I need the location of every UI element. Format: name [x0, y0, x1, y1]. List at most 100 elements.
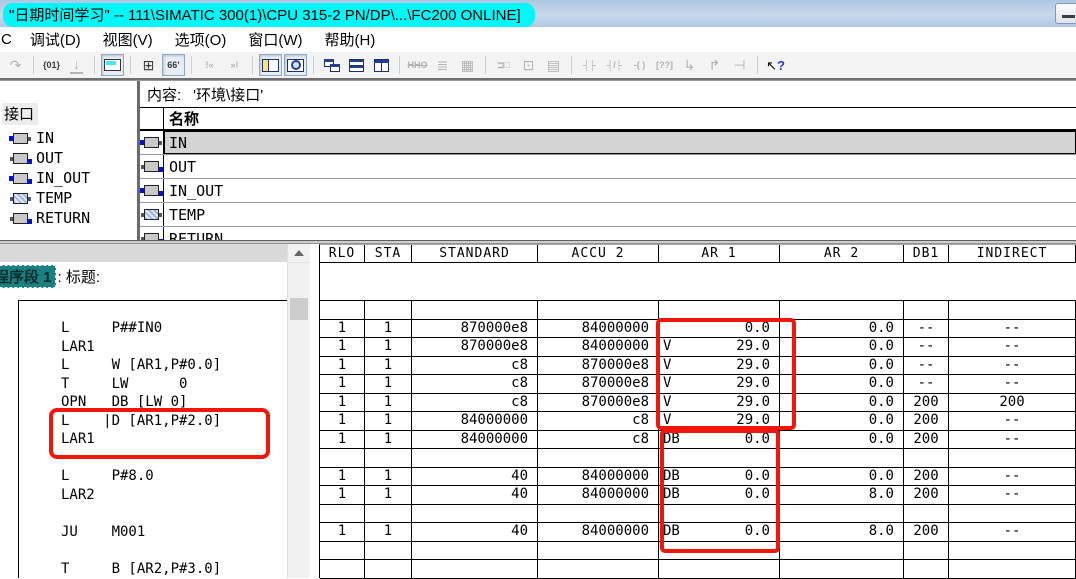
register-row-14	[320, 560, 1076, 579]
standard-cell	[412, 449, 538, 467]
code-line-13	[19, 541, 287, 560]
menu-bar: C调试(D)视图(V)选项(O)窗口(W)帮助(H)	[0, 27, 1076, 52]
db1-cell	[904, 560, 949, 578]
sta-cell: 1	[365, 320, 412, 338]
tile-horizontal-icon[interactable]	[345, 54, 368, 76]
help-select-icon[interactable]: ↖?	[764, 54, 787, 76]
tree-item-temp[interactable]: TEMP	[0, 188, 137, 208]
monitor-glasses-icon[interactable]: 66’	[162, 54, 185, 76]
reference-data-icon[interactable]: ▦	[456, 54, 479, 76]
minimize-button[interactable]	[1055, 3, 1076, 24]
address-locations-icon[interactable]: HHO	[406, 54, 429, 76]
db1-cell	[904, 449, 949, 467]
menu-item-2[interactable]: 视图(V)	[92, 29, 164, 50]
db1-cell: --	[904, 320, 949, 338]
ar1-value: 29.0	[736, 338, 770, 356]
empty-box-icon[interactable]: [??]	[653, 54, 676, 76]
code-scrollbar[interactable]	[287, 244, 310, 578]
standard-cell: c8	[412, 357, 538, 375]
scroll-up-button[interactable]	[288, 244, 310, 263]
menu-item-4[interactable]: 窗口(W)	[237, 29, 313, 50]
ar2-cell: 0.0	[780, 412, 904, 430]
register-row-8	[320, 449, 1076, 468]
redo-icon[interactable]: ↷	[4, 54, 27, 76]
content-row-temp[interactable]: TEMP	[140, 203, 1076, 227]
rlo-cell: 1	[320, 523, 365, 541]
rlo-cell	[320, 301, 365, 319]
jump-to-start-icon[interactable]: !«	[198, 54, 221, 76]
ar1-area: DB	[663, 523, 680, 541]
accu2-cell: 870000e8	[538, 375, 659, 393]
content-row-return[interactable]: RETURN	[140, 227, 1076, 240]
standard-cell: c8	[412, 394, 538, 412]
content-row-in_out[interactable]: IN_OUT	[140, 179, 1076, 203]
tree-item-return[interactable]: RETURN	[0, 208, 137, 228]
eraser-icon[interactable]	[101, 54, 124, 76]
stl-code-box[interactable]: L P##IN0LAR1L W [AR1,P#0.0]T LW 0OPN DB …	[18, 300, 287, 578]
tree-item-in[interactable]: IN	[0, 128, 137, 148]
tree-item-label: IN_OUT	[36, 169, 90, 187]
network-label[interactable]: 程序段 1	[0, 265, 56, 288]
db1-cell: --	[904, 375, 949, 393]
toolbar-separator	[485, 56, 486, 74]
indirect-cell: --	[949, 523, 1076, 541]
ar2-cell: 0.0	[780, 431, 904, 449]
network-title-suffix: : 标题:	[58, 266, 101, 287]
rlo-cell	[320, 542, 365, 560]
close-branch-icon[interactable]: ↱	[703, 54, 726, 76]
db1-cell: 200	[904, 394, 949, 412]
code-panel-top-strip	[0, 244, 287, 262]
cascade-windows-icon[interactable]	[320, 54, 343, 76]
node-link-icon[interactable]: ⊞	[137, 54, 160, 76]
sta-cell: 1	[365, 412, 412, 430]
jump-to-end-icon[interactable]: »!	[223, 54, 246, 76]
standard-cell	[412, 542, 538, 560]
register-row-4: 11c8870000e8V29.00.0----	[320, 375, 1076, 394]
ar1-area: DB	[663, 431, 680, 449]
content-row-in[interactable]: IN	[140, 131, 1076, 155]
db1-cell: --	[904, 338, 949, 356]
content-row-out[interactable]: OUT	[140, 155, 1076, 179]
toolbar-separator	[399, 56, 400, 74]
stl-code-panel[interactable]: 程序段 1 : 标题: L P##IN0LAR1L W [AR1,P#0.0]T…	[0, 244, 287, 578]
tree-item-out[interactable]: OUT	[0, 148, 137, 168]
interface-root-node[interactable]: 接口	[2, 103, 38, 125]
symbol-display-icon[interactable]: ⊡	[517, 54, 540, 76]
ar1-cell	[659, 505, 780, 523]
rung-end-icon[interactable]: ⊣	[728, 54, 751, 76]
declaration-rows: INOUTIN_OUTTEMPRETURN	[140, 131, 1076, 240]
code-line-4: T LW 0	[19, 375, 287, 394]
window-overview-icon[interactable]	[259, 54, 282, 76]
ar2-cell: 0.0	[780, 320, 904, 338]
menu-item-3[interactable]: 选项(O)	[164, 29, 238, 50]
out-declaration-icon	[144, 161, 159, 172]
symbol-info-icon[interactable]: ⊐□	[492, 54, 515, 76]
download-icon[interactable]: ↓	[65, 54, 88, 76]
program-structure-icon[interactable]: ≣	[431, 54, 454, 76]
contact-nc-icon[interactable]: ┤/├	[603, 54, 626, 76]
accu2-cell: 84000000	[538, 523, 659, 541]
symbol-choice-icon[interactable]: ▤	[542, 54, 565, 76]
scrollbar-thumb[interactable]	[290, 298, 308, 320]
menu-item-5[interactable]: 帮助(H)	[314, 29, 387, 50]
sta-cell: 1	[365, 523, 412, 541]
window-detail-icon[interactable]	[284, 54, 307, 76]
coil-icon[interactable]: -( )	[628, 54, 651, 76]
register-table-header: RLOSTASTANDARDACCU 2AR 1AR 2DB1INDIRECT	[320, 245, 1076, 263]
indirect-cell: --	[949, 375, 1076, 393]
tree-item-in_out[interactable]: IN_OUT	[0, 168, 137, 188]
rlo-cell	[320, 505, 365, 523]
tile-vertical-icon[interactable]	[370, 54, 393, 76]
call-structure-icon[interactable]: {01}	[40, 54, 63, 76]
contact-no-icon[interactable]: ┤├	[578, 54, 601, 76]
menu-item-1[interactable]: 调试(D)	[19, 29, 92, 50]
toolbar-separator	[252, 56, 253, 74]
ar2-cell	[780, 449, 904, 467]
code-line-7: LAR1	[19, 430, 287, 449]
open-branch-icon[interactable]: ↳	[678, 54, 701, 76]
ar1-cell	[659, 560, 780, 578]
ar2-cell	[780, 542, 904, 560]
indirect-cell: --	[949, 412, 1076, 430]
sta-cell	[365, 505, 412, 523]
menu-item-0[interactable]: C	[0, 31, 19, 48]
